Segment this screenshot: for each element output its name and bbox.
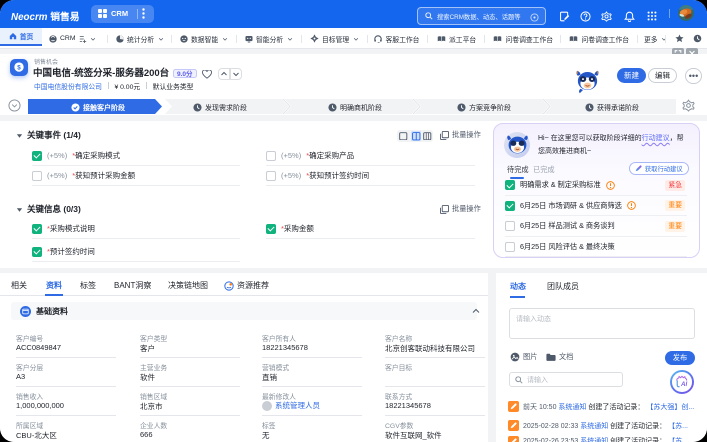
svg-text:AI: AI: [680, 381, 687, 388]
svg-text:$: $: [17, 65, 21, 72]
